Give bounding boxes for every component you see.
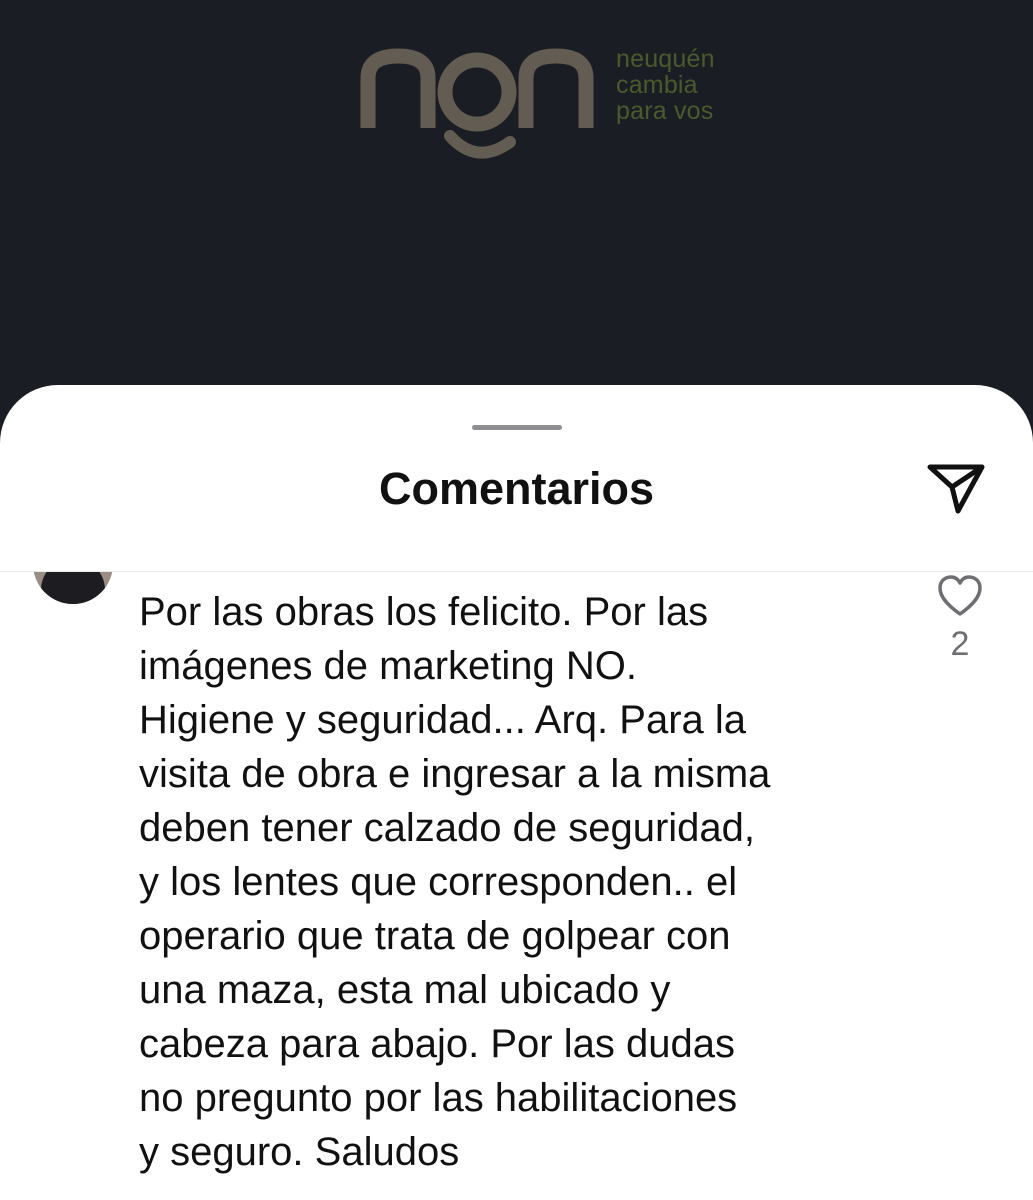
avatar[interactable] [33, 572, 113, 604]
sheet-drag-handle[interactable] [472, 425, 562, 430]
logo-tagline: neuquén cambia para vos [616, 46, 715, 124]
paper-plane-icon [927, 464, 985, 514]
non-logo: neuquén cambia para vos [360, 38, 740, 168]
post-media-background: neuquén cambia para vos [0, 0, 1033, 420]
logo-wordmark [360, 48, 594, 159]
share-button[interactable] [924, 459, 988, 519]
comment-item: Por las obras los felicito. Por las imág… [0, 572, 1033, 1200]
comments-sheet: Comentarios Por las obras los felicito. … [0, 385, 1033, 1200]
tagline-line-1: neuquén [616, 45, 715, 73]
avatar-figure [41, 572, 105, 604]
sheet-title: Comentarios [378, 463, 655, 514]
tagline-line-3: para vos [616, 97, 714, 125]
like-button[interactable] [936, 574, 984, 618]
like-count: 2 [950, 625, 970, 663]
tagline-line-2: cambia [616, 71, 698, 99]
heart-icon [938, 575, 982, 616]
comment-text: Por las obras los felicito. Por las imág… [139, 590, 771, 1174]
